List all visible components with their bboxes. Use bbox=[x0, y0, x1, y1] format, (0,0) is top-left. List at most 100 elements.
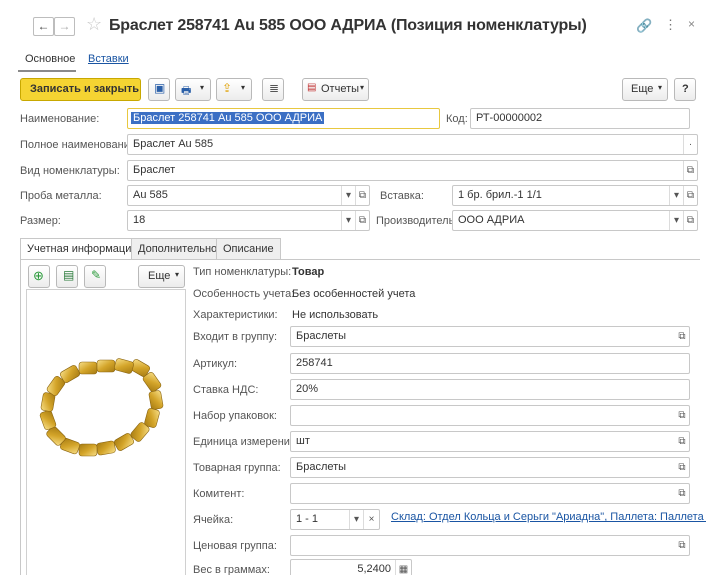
code-label: Код: bbox=[446, 113, 468, 125]
chevron-down-icon: ▾ bbox=[241, 83, 246, 92]
unit-field[interactable]: шт ⧉ bbox=[290, 431, 690, 452]
full-name-value: Браслет Au 585 bbox=[133, 138, 214, 150]
menu-dots-icon[interactable]: ⋮ bbox=[664, 17, 677, 33]
size-value: 18 bbox=[133, 214, 146, 226]
save-close-button[interactable]: Записать и закрыть bbox=[20, 78, 141, 101]
open-link-icon[interactable]: ⧉ bbox=[675, 458, 689, 477]
group-value: Браслеты bbox=[296, 330, 347, 342]
manufacturer-field[interactable]: ООО АДРИА ▾ ⧉ bbox=[452, 210, 698, 231]
name-value: Браслет 258741 Au 585 ООО АДРИА bbox=[131, 112, 325, 124]
printer-icon: 🖶 bbox=[181, 85, 192, 97]
unit-label: Единица измерения: bbox=[193, 436, 299, 448]
size-field[interactable]: 18 ▾ ⧉ bbox=[127, 210, 370, 231]
open-link-icon[interactable]: ⧉ bbox=[675, 484, 689, 503]
kind-label: Вид номенклатуры: bbox=[20, 165, 120, 177]
dots-icon[interactable]: · bbox=[683, 135, 697, 154]
name-field[interactable]: Браслет 258741 Au 585 ООО АДРИА bbox=[127, 108, 440, 129]
save-button[interactable]: ▣ bbox=[148, 78, 170, 101]
calculator-icon[interactable]: ▦ bbox=[395, 560, 411, 575]
vat-value: 20% bbox=[296, 383, 319, 395]
kind-field[interactable]: Браслет ⧉ bbox=[127, 160, 698, 181]
article-field[interactable]: 258741 bbox=[290, 353, 690, 374]
open-link-icon[interactable]: ⧉ bbox=[355, 186, 369, 205]
cell-field[interactable]: 1 - 1 ▾ × bbox=[290, 509, 380, 530]
tab-panel-border bbox=[20, 259, 21, 575]
chevron-down-icon[interactable]: ▾ bbox=[669, 186, 683, 205]
active-tab-underline bbox=[18, 70, 76, 72]
open-link-icon[interactable]: ⧉ bbox=[675, 406, 689, 425]
image-document-button[interactable]: ▤ bbox=[56, 265, 78, 288]
open-link-icon[interactable]: ⧉ bbox=[355, 211, 369, 230]
forward-button[interactable]: → bbox=[54, 17, 75, 36]
group-field[interactable]: Браслеты ⧉ bbox=[290, 326, 690, 347]
feature-label: Особенность учета: bbox=[193, 288, 295, 300]
goods-group-field[interactable]: Браслеты ⧉ bbox=[290, 457, 690, 478]
plus-circle-icon: ⊕ bbox=[33, 268, 44, 283]
tab-main[interactable]: Основное bbox=[25, 53, 75, 65]
open-link-icon[interactable]: ⧉ bbox=[675, 536, 689, 555]
tab-additional[interactable]: Дополнительно bbox=[131, 238, 225, 259]
star-icon[interactable]: ☆ bbox=[86, 14, 102, 35]
edit-image-button[interactable]: ✎ bbox=[84, 265, 106, 288]
insert-label: Вставка: bbox=[380, 190, 424, 202]
manufacturer-value: ООО АДРИА bbox=[458, 214, 525, 226]
close-icon[interactable]: × bbox=[688, 17, 695, 31]
characteristics-value: Не использовать bbox=[292, 309, 379, 321]
print-button[interactable]: 🖶 ▾ bbox=[175, 78, 211, 101]
chevron-down-icon[interactable]: ▾ bbox=[349, 510, 363, 529]
tab-accounting[interactable]: Учетная информация bbox=[20, 238, 145, 260]
open-link-icon[interactable]: ⧉ bbox=[675, 432, 689, 451]
metal-label: Проба металла: bbox=[20, 190, 102, 202]
open-link-icon[interactable]: ⧉ bbox=[683, 211, 697, 230]
article-value: 258741 bbox=[296, 357, 333, 369]
link-icon[interactable]: 🔗 bbox=[636, 18, 652, 34]
chevron-down-icon[interactable]: ▾ bbox=[669, 211, 683, 230]
bracelet-image bbox=[39, 358, 164, 457]
floppy-icon: ▣ bbox=[154, 81, 166, 95]
packages-field[interactable]: ⧉ bbox=[290, 405, 690, 426]
chevron-down-icon[interactable]: ▾ bbox=[341, 186, 355, 205]
vat-field[interactable]: 20% bbox=[290, 379, 690, 400]
chevron-down-icon: ▾ bbox=[360, 83, 365, 92]
vat-label: Ставка НДС: bbox=[193, 384, 259, 396]
clear-icon[interactable]: × bbox=[363, 510, 379, 529]
document-icon: ▤ bbox=[63, 268, 75, 282]
tab-inserts[interactable]: Вставки bbox=[88, 53, 129, 65]
commitent-label: Комитент: bbox=[193, 488, 245, 500]
title-bar: ← → ☆ Браслет 258741 Au 585 ООО АДРИА (П… bbox=[0, 0, 706, 46]
insert-field[interactable]: 1 бр. брил.-1 1/1 ▾ ⧉ bbox=[452, 185, 698, 206]
pencil-icon: ✎ bbox=[91, 268, 102, 282]
open-link-icon[interactable]: ⧉ bbox=[683, 161, 697, 180]
weight-value: 5,2400 bbox=[357, 563, 391, 575]
code-field[interactable]: РТ-00000002 bbox=[470, 108, 690, 129]
cell-value: 1 - 1 bbox=[296, 513, 319, 525]
cell-location-link[interactable]: Склад: Отдел Кольца и Серьги "Ариадна", … bbox=[391, 511, 706, 523]
more-button[interactable]: Еще ▾ bbox=[622, 78, 668, 101]
help-label: ? bbox=[682, 83, 689, 95]
tab-description[interactable]: Описание bbox=[216, 238, 281, 259]
product-image-panel[interactable] bbox=[26, 289, 186, 575]
open-link-icon[interactable]: ⧉ bbox=[683, 186, 697, 205]
help-button[interactable]: ? bbox=[674, 78, 696, 101]
price-group-field[interactable]: ⧉ bbox=[290, 535, 690, 556]
goods-group-value: Браслеты bbox=[296, 461, 347, 473]
list-button[interactable]: ≣ bbox=[262, 78, 284, 101]
full-name-field[interactable]: Браслет Au 585 · bbox=[127, 134, 698, 155]
create-based-button[interactable]: ⇪ ▾ bbox=[216, 78, 252, 101]
open-link-icon[interactable]: ⧉ bbox=[675, 327, 689, 346]
back-button[interactable]: ← bbox=[33, 17, 54, 36]
type-value: Товар bbox=[292, 266, 325, 278]
reports-label: Отчеты bbox=[321, 83, 360, 95]
chevron-down-icon[interactable]: ▾ bbox=[341, 211, 355, 230]
reports-button[interactable]: ▤ Отчеты ▾ bbox=[302, 78, 369, 101]
add-image-button[interactable]: ⊕ bbox=[28, 265, 50, 288]
image-more-button[interactable]: Еще ▾ bbox=[138, 265, 185, 288]
chevron-down-icon: ▾ bbox=[200, 83, 205, 92]
type-label: Тип номенклатуры: bbox=[193, 266, 292, 278]
list-icon: ≣ bbox=[269, 81, 280, 95]
full-name-label: Полное наименование: bbox=[20, 139, 140, 151]
more-label: Еще bbox=[631, 83, 654, 95]
metal-field[interactable]: Au 585 ▾ ⧉ bbox=[127, 185, 370, 206]
weight-field[interactable]: 5,2400 ▦ bbox=[290, 559, 412, 575]
commitent-field[interactable]: ⧉ bbox=[290, 483, 690, 504]
